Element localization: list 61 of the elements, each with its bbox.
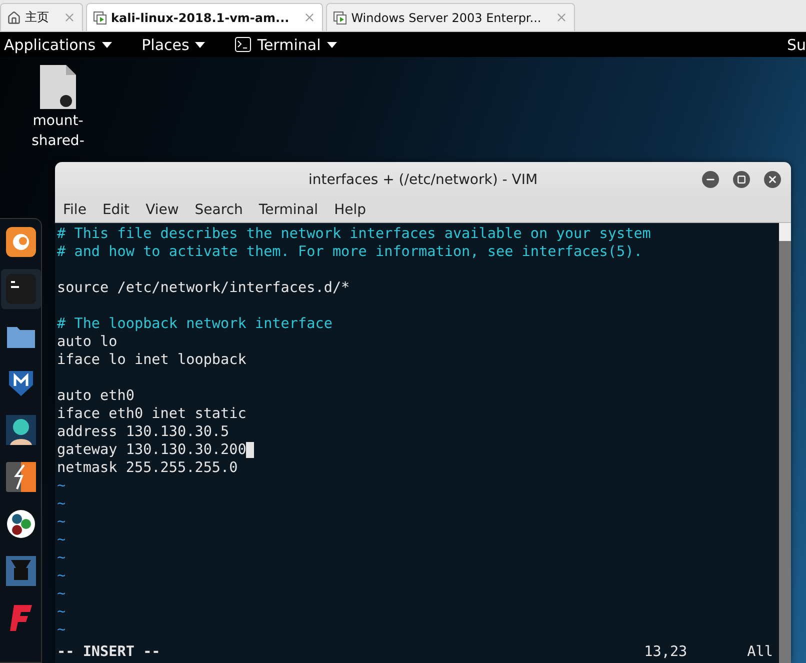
terminal-icon xyxy=(6,274,36,304)
tilde-marker: ~ xyxy=(57,532,66,548)
browser-tab[interactable]: Windows Server 2003 Enterpr... xyxy=(326,3,576,31)
desktop-icon-label[interactable]: shared- xyxy=(32,131,84,151)
browser-tab[interactable]: kali-linux-2018.1-vm-am... xyxy=(86,3,324,31)
terminal-icon xyxy=(235,37,252,52)
dots-icon xyxy=(6,509,36,539)
home-icon xyxy=(7,10,21,24)
comment-line: # and how to activate them. For more information, see interfaces(5). xyxy=(57,244,642,260)
desktop-icon-label[interactable]: mount- xyxy=(32,111,84,131)
close-button[interactable] xyxy=(764,171,781,188)
window-title: interfaces + (/etc/network) - VIM xyxy=(308,172,538,188)
vm-icon xyxy=(93,10,107,24)
scroll-position: All xyxy=(747,643,773,661)
close-icon[interactable] xyxy=(303,11,316,24)
vm-icon xyxy=(333,10,348,24)
code-line: gateway 130.130.30.200 xyxy=(57,442,246,458)
comment-line: # The loopback network interface xyxy=(57,316,332,332)
menu-item[interactable]: Search xyxy=(194,202,243,218)
mode-indicator: -- INSERT -- xyxy=(57,643,160,661)
tilde-marker: ~ xyxy=(57,622,66,638)
maximize-button[interactable] xyxy=(733,171,750,188)
menu-item[interactable]: Help xyxy=(334,202,366,218)
avatar-icon xyxy=(6,415,36,445)
caret-icon xyxy=(326,42,337,48)
tilde-marker: ~ xyxy=(57,604,66,620)
minimize-button[interactable] xyxy=(702,171,719,188)
clock-text: Su xyxy=(786,36,806,54)
script-file-icon xyxy=(38,65,78,111)
firefox-icon xyxy=(6,227,36,257)
tilde-marker: ~ xyxy=(57,586,66,602)
top-menu[interactable]: Terminal xyxy=(235,36,337,54)
menu-item[interactable]: Terminal xyxy=(258,202,318,218)
code-line: auto lo xyxy=(57,334,118,350)
code-line: netmask 255.255.255.0 xyxy=(57,460,238,476)
maximize-icon xyxy=(737,175,746,184)
lightning-icon xyxy=(6,462,36,492)
menu-item[interactable]: Edit xyxy=(102,202,130,218)
code-line: iface eth0 inet static xyxy=(57,406,246,422)
tilde-marker: ~ xyxy=(57,496,66,512)
scrollbar[interactable] xyxy=(779,223,791,663)
menu-item[interactable]: View xyxy=(146,202,179,218)
tilde-marker: ~ xyxy=(57,568,66,584)
top-menu[interactable]: Applications xyxy=(4,36,112,54)
code-line: source /etc/network/interfaces.d/* xyxy=(57,280,350,296)
close-icon[interactable] xyxy=(555,11,568,24)
code-line: iface lo inet loopback xyxy=(57,352,246,368)
menu-item[interactable]: File xyxy=(63,202,86,218)
close-icon xyxy=(767,174,778,185)
comment-line: # This file describes the network interfaces available on your system xyxy=(57,226,651,242)
code-line: auto eth0 xyxy=(57,388,134,404)
tilde-marker: ~ xyxy=(57,478,66,494)
tilde-marker: ~ xyxy=(57,514,66,530)
top-menu[interactable]: Places xyxy=(142,36,206,54)
tilde-marker: ~ xyxy=(57,550,66,566)
close-icon[interactable] xyxy=(63,11,76,24)
caret-icon xyxy=(102,42,112,48)
caret-icon xyxy=(195,42,206,48)
cursor-position: 13,23 xyxy=(644,643,688,661)
code-line: address 130.130.30.5 xyxy=(57,424,230,440)
browser-tab[interactable]: 主页 xyxy=(0,3,83,31)
